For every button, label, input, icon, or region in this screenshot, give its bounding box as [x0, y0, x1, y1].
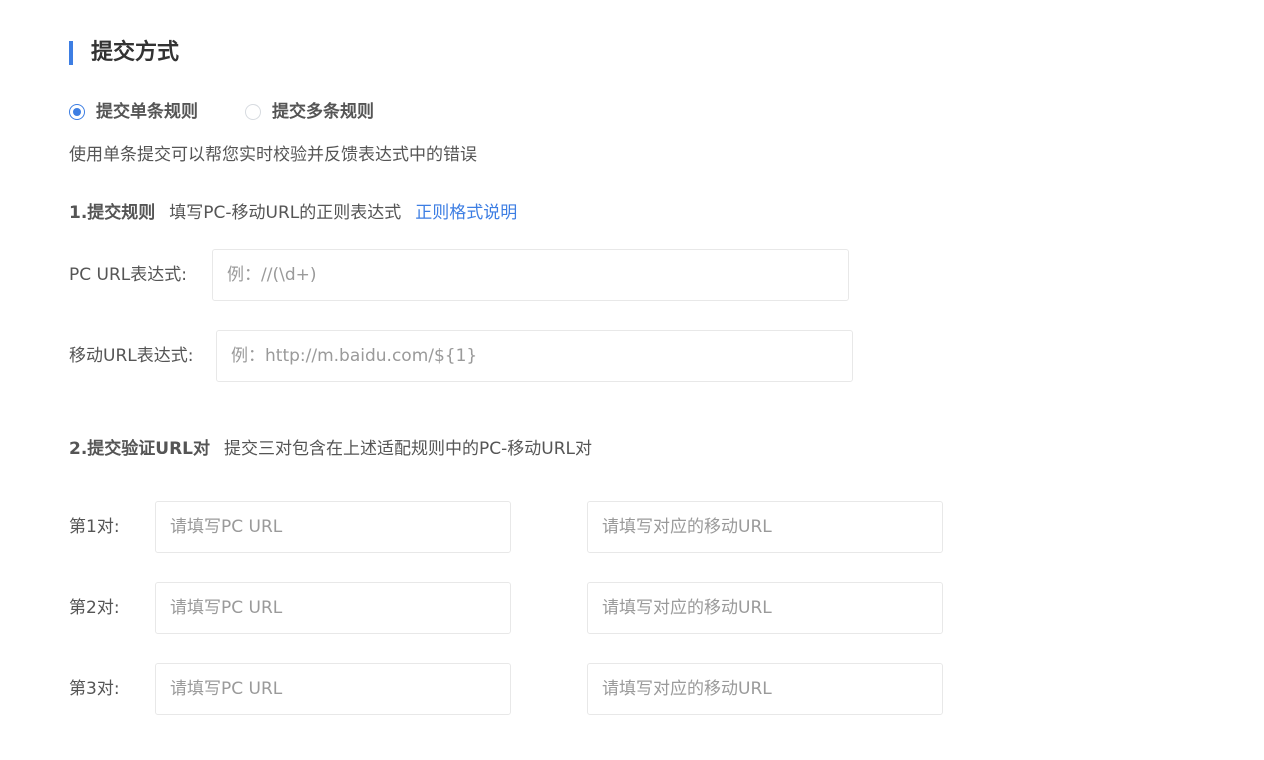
- step1-heading: 1.提交规则 填写PC-移动URL的正则表达式 正则格式说明: [69, 200, 517, 226]
- pair-2-pc-url-input[interactable]: [155, 582, 511, 634]
- regex-format-help-link[interactable]: 正则格式说明: [415, 203, 517, 223]
- pair-2-mobile-url-input[interactable]: [587, 582, 943, 634]
- pair-3-label: 第3对:: [69, 679, 120, 699]
- pc-url-expression-label: PC URL表达式:: [69, 265, 187, 285]
- step2-heading: 2.提交验证URL对 提交三对包含在上述适配规则中的PC-移动URL对: [69, 436, 606, 462]
- pair-1-pc-url-input[interactable]: [155, 501, 511, 553]
- pc-url-expression-input[interactable]: [212, 249, 849, 301]
- mobile-url-expression-input[interactable]: [216, 330, 853, 382]
- pair-3-mobile-url-input[interactable]: [587, 663, 943, 715]
- step2-text: 提交三对包含在上述适配规则中的PC-移动URL对: [224, 439, 592, 459]
- mobile-url-expression-label: 移动URL表达式:: [69, 346, 194, 366]
- pair-3-pc-url-input[interactable]: [155, 663, 511, 715]
- step1-title: 1.提交规则: [69, 203, 156, 223]
- radio-single-rule[interactable]: 提交单条规则: [69, 100, 198, 124]
- submit-method-page: 提交方式 提交单条规则 提交多条规则 使用单条提交可以帮您实时校验并反馈表达式中…: [0, 0, 1264, 760]
- radio-checked-icon: [69, 104, 85, 120]
- pair-2-label: 第2对:: [69, 598, 120, 618]
- section-title: 提交方式: [91, 40, 180, 65]
- step2-title: 2.提交验证URL对: [69, 439, 211, 459]
- radio-unchecked-icon: [245, 104, 261, 120]
- submit-mode-description: 使用单条提交可以帮您实时校验并反馈表达式中的错误: [69, 145, 477, 165]
- section-accent-bar: [69, 41, 73, 65]
- radio-multi-rule-label: 提交多条规则: [272, 102, 374, 122]
- radio-multi-rule[interactable]: 提交多条规则: [245, 100, 374, 124]
- step1-text: 填写PC-移动URL的正则表达式: [169, 203, 402, 223]
- radio-single-rule-label: 提交单条规则: [96, 102, 198, 122]
- pair-1-mobile-url-input[interactable]: [587, 501, 943, 553]
- pair-1-label: 第1对:: [69, 517, 120, 537]
